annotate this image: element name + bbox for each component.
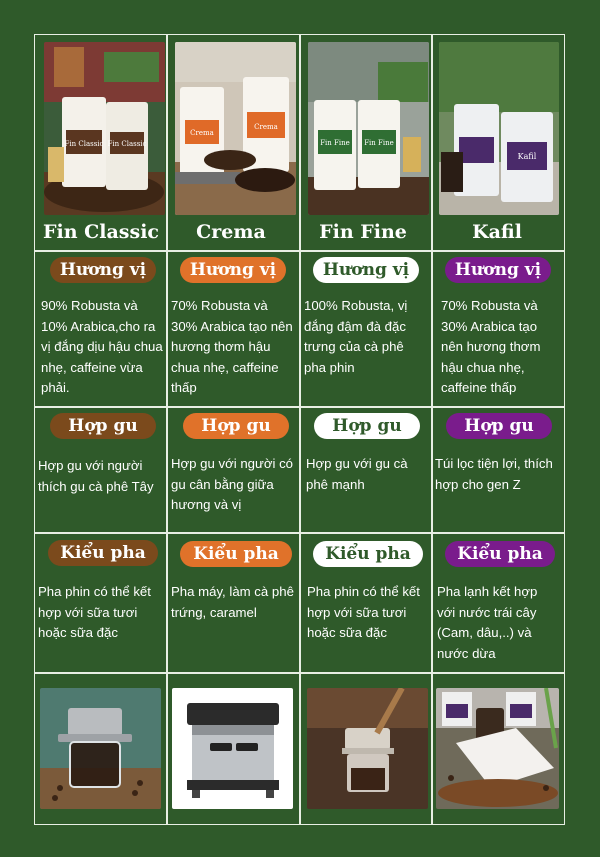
cold-brew-bags-photo [436, 688, 559, 809]
row-divider [35, 532, 564, 534]
fit-label-crema: Hợp gu [183, 413, 289, 439]
taste-label-kafil: Hương vị [445, 257, 551, 283]
fit-label-kafil: Hợp gu [446, 413, 552, 439]
fit-label-fin-classic: Hợp gu [50, 413, 156, 439]
column-divider [299, 35, 301, 824]
taste-text-crema: 70% Robusta và 30% Arabica tạo nên hương… [171, 298, 293, 395]
row-divider [35, 672, 564, 674]
fin-fine-product-photo: Fin Fine Fin Fine [308, 42, 429, 215]
phin-filter-photo [40, 688, 161, 809]
product-name-crema: Crema [196, 221, 266, 243]
taste-text-kafil: 70% Robusta và 30% Arabica tạo nên hương… [441, 298, 541, 395]
fin-classic-bag-label: Fin Classic [65, 140, 104, 148]
brew-text-crema: Pha máy, làm cà phê trứng, caramel [171, 584, 294, 620]
iced-coffee-photo [307, 688, 428, 809]
fit-text-kafil: Túi lọc tiện lợi, thích hợp cho gen Z [435, 456, 553, 492]
column-divider [431, 35, 433, 824]
taste-label-crema: Hương vị [180, 257, 286, 283]
fin-classic-product-photo: Fin Classic Fin Classic [44, 42, 165, 215]
fin-fine-bag-label: Fin Fine [320, 139, 350, 147]
crema-bag-label: Crema [190, 129, 214, 137]
brew-label-fin-classic: Kiểu pha [48, 540, 158, 566]
brew-text-fin-fine: Pha phin có thể kết hợp với sữa tươi hoặ… [307, 584, 420, 640]
taste-text-fin-classic: 90% Robusta và 10% Arabica,cho ra vị đắn… [41, 298, 163, 395]
row-divider [35, 406, 564, 408]
crema-bag-label-2: Crema [254, 123, 278, 131]
fit-text-crema: Hợp gu với người có gu cân bằng giữa hươ… [171, 456, 294, 512]
brew-text-fin-classic: Pha phin có thể kết hợp với sữa tươi hoặ… [38, 584, 151, 640]
kafil-bag-label: Kafil [518, 152, 537, 161]
brew-label-crema: Kiểu pha [180, 541, 292, 567]
fit-label-fin-fine: Hợp gu [314, 413, 420, 439]
taste-label-fin-fine: Hương vị [313, 257, 419, 283]
fin-classic-bag-label-2: Fin Classic [108, 140, 147, 148]
product-name-fin-classic: Fin Classic [43, 221, 159, 243]
espresso-machine-photo [172, 688, 293, 809]
brew-text-kafil: Pha lạnh kết hợp với nước trái cây (Cam,… [437, 584, 538, 661]
fin-fine-bag-label-2: Fin Fine [364, 139, 394, 147]
taste-text-fin-fine: 100% Robusta, vị đắng đậm đà đặc trưng c… [304, 298, 408, 375]
column-divider [166, 35, 168, 824]
fit-text-fin-fine: Hợp gu với gu cà phê mạnh [306, 456, 408, 492]
brew-label-fin-fine: Kiểu pha [313, 541, 423, 567]
product-name-kafil: Kafil [472, 221, 522, 243]
taste-label-fin-classic: Hương vị [50, 257, 156, 283]
row-divider [35, 250, 564, 252]
brew-label-kafil: Kiểu pha [445, 541, 555, 567]
product-name-fin-fine: Fin Fine [319, 221, 407, 243]
crema-product-photo: Crema Crema [175, 42, 296, 215]
kafil-product-photo: Kafil [439, 42, 559, 215]
fit-text-fin-classic: Hợp gu với người thích gu cà phê Tây [38, 458, 154, 494]
